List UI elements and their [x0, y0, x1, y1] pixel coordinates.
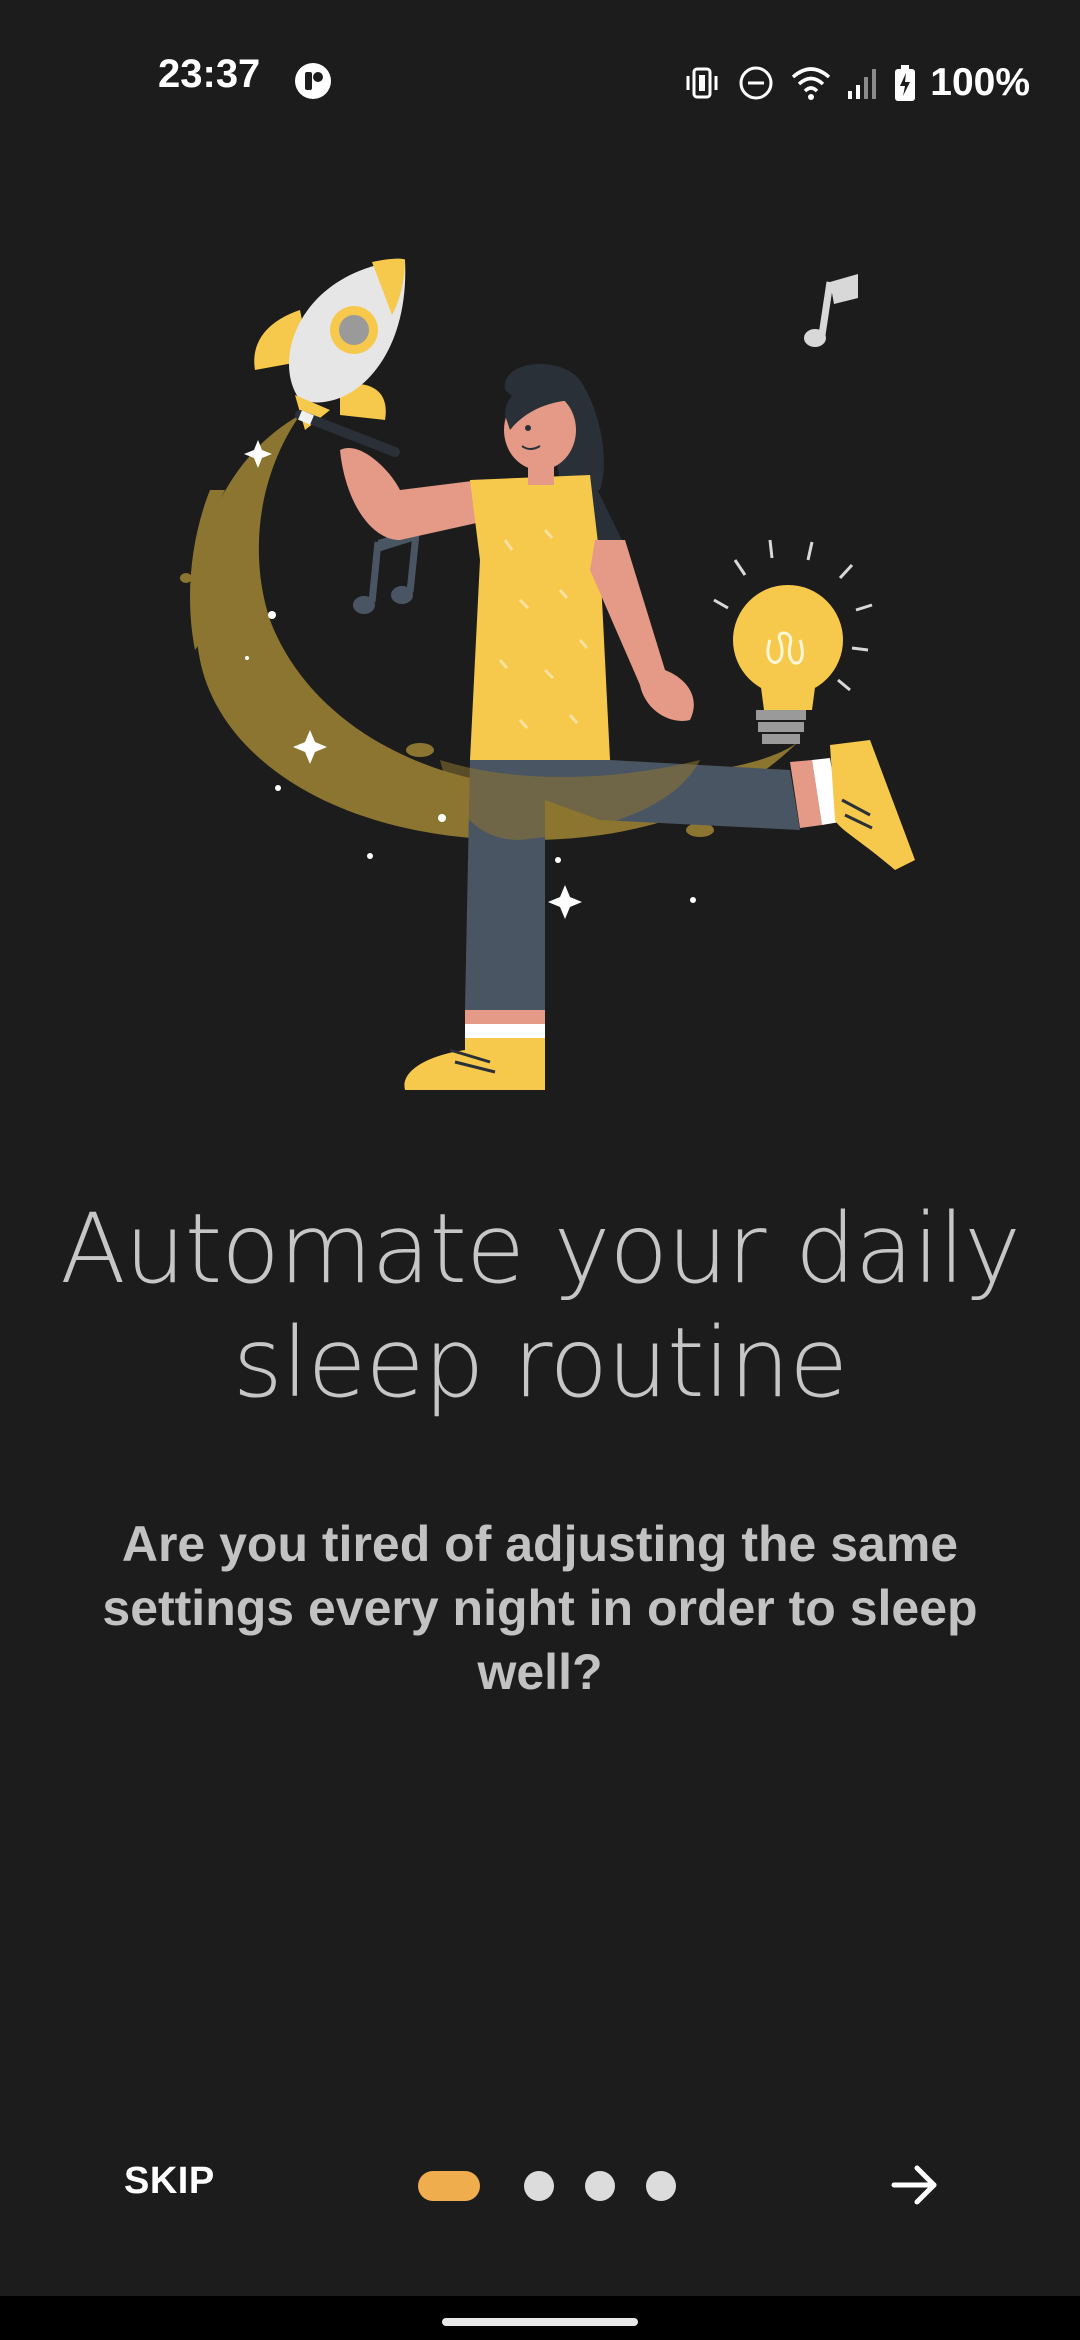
next-button[interactable]	[880, 2150, 950, 2220]
page-indicator	[418, 2170, 676, 2202]
wifi-icon	[792, 67, 831, 100]
arrow-right-icon	[891, 2165, 937, 2205]
onboarding-title: Automate your daily sleep routine	[60, 1192, 1021, 1420]
page-dot-active	[418, 2171, 480, 2201]
music-note-icon	[353, 528, 420, 614]
title-line: sleep routine	[232, 1307, 848, 1419]
onboarding-illustration	[180, 258, 915, 1090]
battery-charging-icon	[895, 65, 916, 101]
page-dot	[524, 2171, 554, 2201]
vibrate-icon	[686, 67, 718, 99]
rocket-icon	[254, 258, 406, 430]
onboarding-subtitle: Are you tired of adjusting the same sett…	[102, 1516, 978, 1700]
light-bulb-icon	[713, 539, 873, 744]
status-bar: 23:37 100%	[0, 0, 1080, 160]
status-icons: 100%	[682, 58, 1030, 108]
onboarding-screen: 23:37 100% Automate your daily sleep rou…	[0, 0, 1080, 2340]
do-not-disturb-icon	[739, 66, 773, 100]
skip-button[interactable]: SKIP	[100, 2150, 239, 2213]
status-time: 23:37	[158, 52, 261, 96]
home-gesture-handle[interactable]	[442, 2318, 638, 2326]
title-line: Automate your daily	[60, 1193, 1021, 1305]
music-note-icon	[804, 274, 858, 347]
app-notification-icon	[295, 63, 331, 99]
page-dot	[646, 2171, 676, 2201]
battery-percentage: 100%	[930, 61, 1030, 104]
page-dot	[585, 2171, 615, 2201]
signal-icon	[848, 69, 877, 99]
